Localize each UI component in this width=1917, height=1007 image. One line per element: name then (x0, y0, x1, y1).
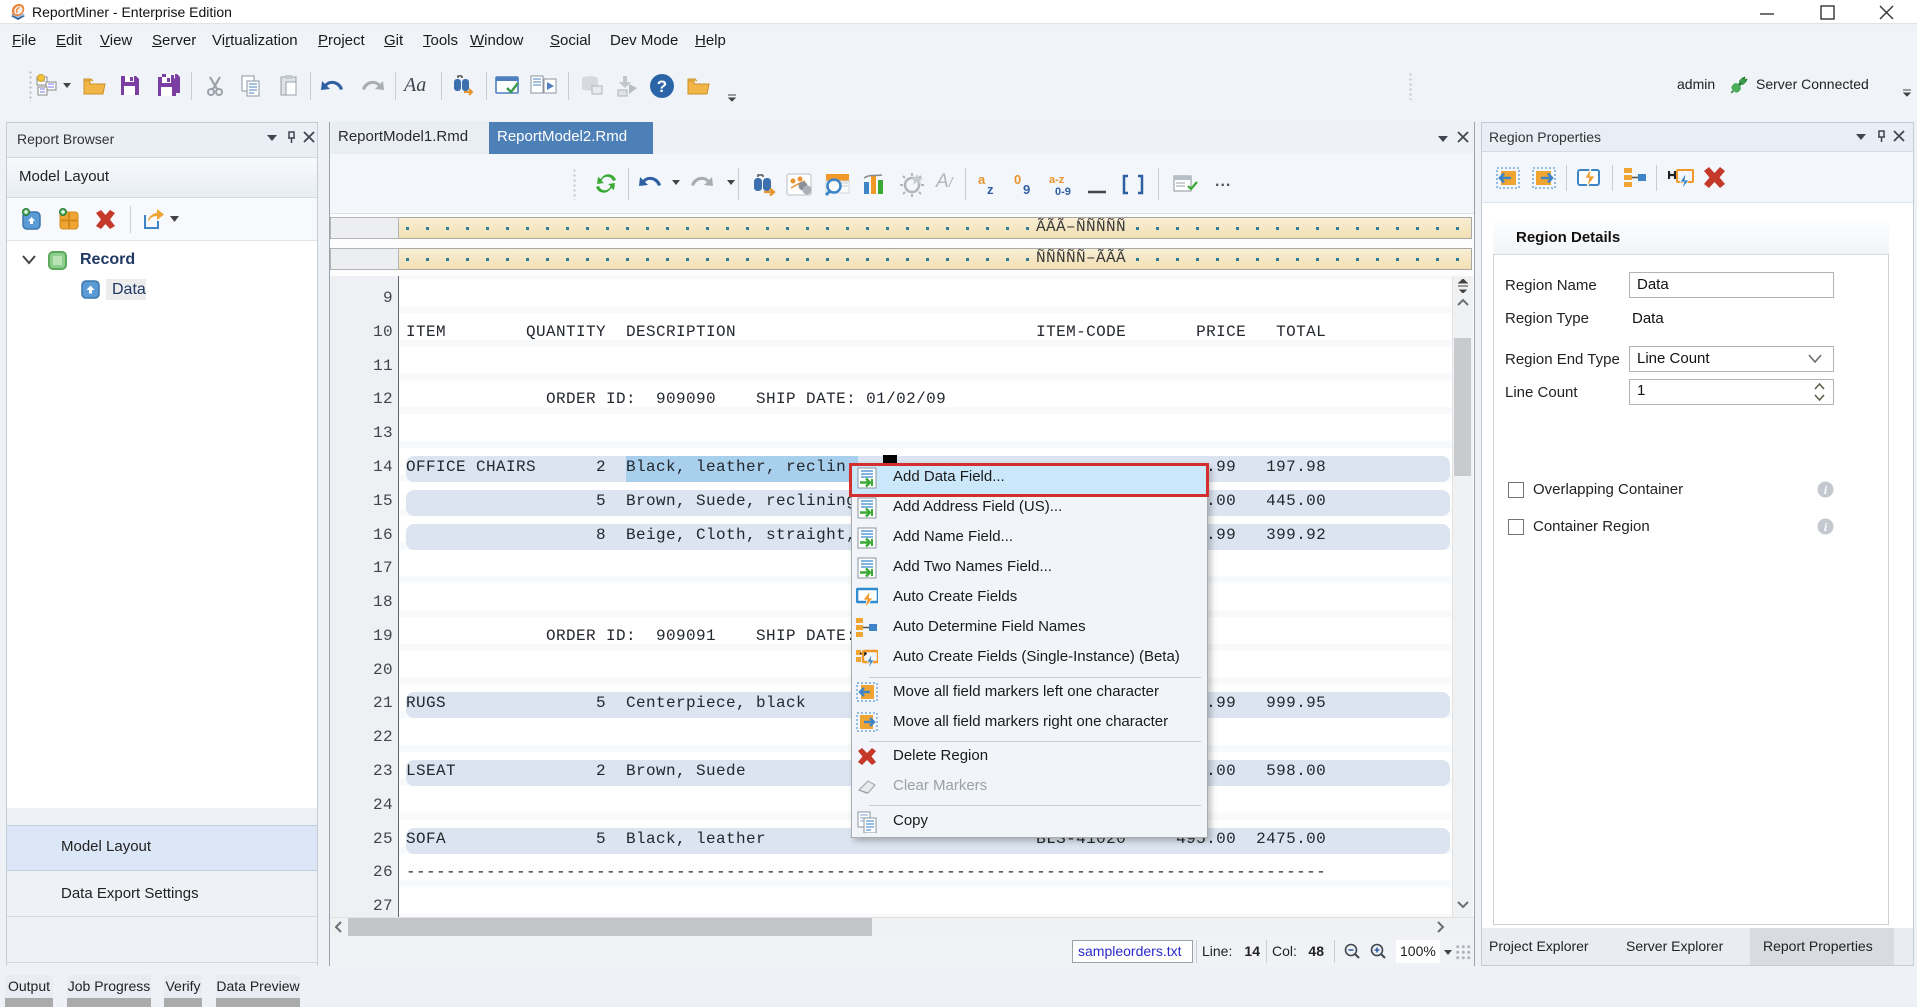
svg-text:0: 0 (1014, 172, 1021, 187)
svg-text:z: z (987, 182, 994, 197)
svg-text:a: a (978, 172, 986, 187)
svg-text:0-9: 0-9 (1055, 186, 1071, 197)
svg-text:?: ? (657, 77, 667, 96)
svg-text:a-z: a-z (1049, 174, 1065, 186)
svg-text:9: 9 (1023, 182, 1030, 197)
